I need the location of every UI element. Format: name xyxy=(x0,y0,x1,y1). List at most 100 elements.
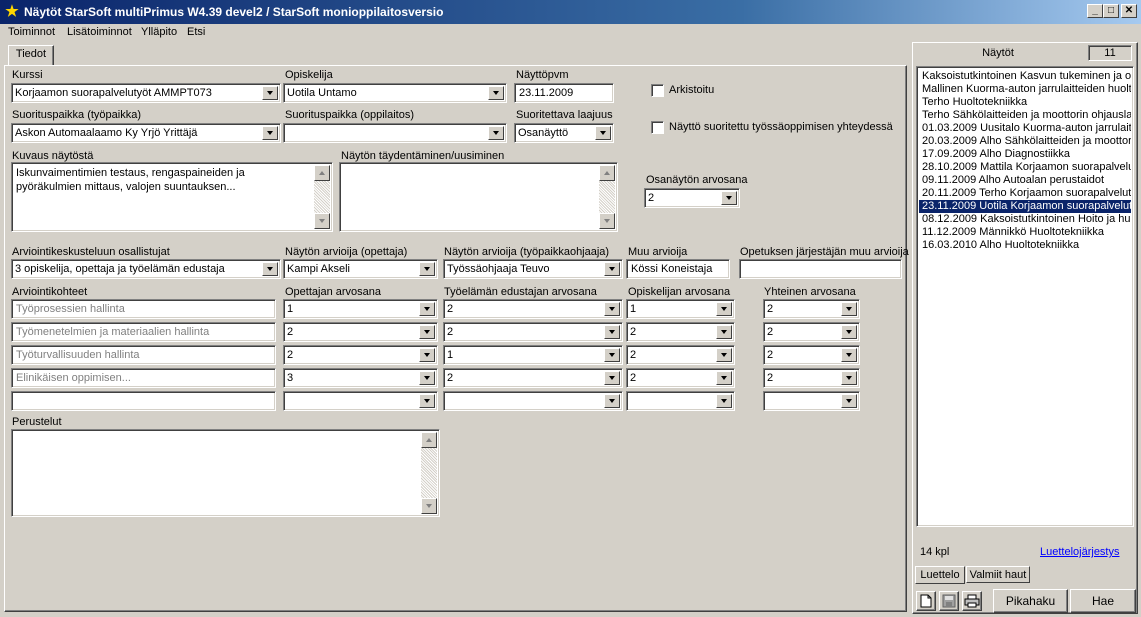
chevron-down-icon[interactable] xyxy=(419,262,435,276)
chevron-down-icon[interactable] xyxy=(716,302,732,316)
scroll-up-icon[interactable] xyxy=(314,165,330,181)
grade-joint-cell[interactable]: 2 xyxy=(763,299,860,319)
tyossaoppiminen-checkbox[interactable] xyxy=(651,121,664,134)
opiskelija-select[interactable]: Uotila Untamo xyxy=(283,83,507,103)
chevron-down-icon[interactable] xyxy=(604,325,620,339)
chevron-down-icon[interactable] xyxy=(841,348,857,362)
grade-target-cell[interactable]: Työmenetelmien ja materiaalien hallinta xyxy=(11,322,276,342)
quick-search-button[interactable]: Pikahaku xyxy=(993,589,1068,613)
scroll-down-icon[interactable] xyxy=(421,498,437,514)
grade-student-cell[interactable]: 1 xyxy=(626,299,735,319)
chevron-down-icon[interactable] xyxy=(841,394,857,408)
list-item[interactable]: 28.10.2009 Mattila Korjaamon suorapalvel… xyxy=(919,161,1131,174)
chevron-down-icon[interactable] xyxy=(419,302,435,316)
sort-link[interactable]: Luettelojärjestys xyxy=(1040,546,1120,558)
muu-arvioija-ol-input[interactable] xyxy=(739,259,902,279)
taydentaminen-textarea[interactable] xyxy=(339,162,618,232)
scroll-up-icon[interactable] xyxy=(599,165,615,181)
search-button[interactable]: Hae xyxy=(1070,589,1136,613)
chevron-down-icon[interactable] xyxy=(604,394,620,408)
list-item[interactable]: 01.03.2009 Uusitalo Kuorma-auton jarrula… xyxy=(919,122,1131,135)
save-icon[interactable] xyxy=(939,591,959,611)
grade-target-cell[interactable]: Työturvallisuuden hallinta xyxy=(11,345,276,365)
osallistujat-select[interactable]: 3 opiskelija, opettaja ja työelämän edus… xyxy=(11,259,281,279)
scroll-up-icon[interactable] xyxy=(421,432,437,448)
grade-worklife-cell[interactable]: 2 xyxy=(443,368,623,388)
grade-target-cell[interactable] xyxy=(11,391,276,411)
kuvaus-scrollbar[interactable] xyxy=(314,165,330,229)
chevron-down-icon[interactable] xyxy=(721,191,737,205)
grade-target-cell[interactable]: Elinikäisen oppimisen... xyxy=(11,368,276,388)
chevron-down-icon[interactable] xyxy=(419,325,435,339)
chevron-down-icon[interactable] xyxy=(841,371,857,385)
taydentaminen-scrollbar[interactable] xyxy=(599,165,615,229)
grade-teacher-cell[interactable] xyxy=(283,391,438,411)
menu-toiminnot[interactable]: Toiminnot xyxy=(8,26,55,38)
scroll-down-icon[interactable] xyxy=(599,213,615,229)
chevron-down-icon[interactable] xyxy=(595,126,611,140)
osanayton-arvosana-select[interactable]: 2 xyxy=(644,188,740,208)
chevron-down-icon[interactable] xyxy=(419,394,435,408)
laajuus-select[interactable]: Osanäyttö xyxy=(514,123,614,143)
list-item[interactable]: 09.11.2009 Alho Autoalan perustaidot xyxy=(919,174,1131,187)
grade-student-cell[interactable]: 2 xyxy=(626,368,735,388)
grade-target-cell[interactable]: Työprosessien hallinta xyxy=(11,299,276,319)
kurssi-select[interactable]: Korjaamon suorapalvelutyöt AMMPT073 xyxy=(11,83,281,103)
chevron-down-icon[interactable] xyxy=(262,86,278,100)
muu-arvioija-input[interactable]: Kössi Koneistaja xyxy=(626,259,730,279)
chevron-down-icon[interactable] xyxy=(841,302,857,316)
list-item[interactable]: 16.03.2010 Alho Huoltotekniikka xyxy=(919,239,1131,252)
kuvaus-textarea[interactable]: Iskunvaimentimien testaus, rengaspaineid… xyxy=(11,162,333,232)
menu-etsi[interactable]: Etsi xyxy=(187,26,205,38)
grade-student-cell[interactable]: 2 xyxy=(626,345,735,365)
nayttopvm-input[interactable]: 23.11.2009 xyxy=(514,83,614,103)
grade-joint-cell[interactable]: 2 xyxy=(763,322,860,342)
chevron-down-icon[interactable] xyxy=(604,262,620,276)
chevron-down-icon[interactable] xyxy=(604,348,620,362)
list-item[interactable]: 23.11.2009 Uotila Korjaamon suorapalvelu… xyxy=(918,199,1132,214)
tab-tiedot[interactable]: Tiedot xyxy=(8,45,54,66)
list-item[interactable]: 20.03.2009 Alho Sähkölaitteiden ja moott… xyxy=(919,135,1131,148)
new-document-icon[interactable] xyxy=(916,591,936,611)
chevron-down-icon[interactable] xyxy=(419,348,435,362)
chevron-down-icon[interactable] xyxy=(716,348,732,362)
chevron-down-icon[interactable] xyxy=(716,394,732,408)
chevron-down-icon[interactable] xyxy=(716,371,732,385)
chevron-down-icon[interactable] xyxy=(841,325,857,339)
perustelut-scrollbar[interactable] xyxy=(421,432,437,514)
list-item[interactable]: Terho Sähkölaitteiden ja moottorin ohjau… xyxy=(919,109,1131,122)
list-item[interactable]: Mallinen Kuorma-auton jarrulaitteiden hu… xyxy=(919,83,1131,96)
suorituspaikka-tp-select[interactable]: Askon Automaalaamo Ky Yrjö Yrittäjä xyxy=(11,123,281,143)
grade-worklife-cell[interactable]: 2 xyxy=(443,322,623,342)
suorituspaikka-ol-select[interactable] xyxy=(283,123,507,143)
chevron-down-icon[interactable] xyxy=(262,126,278,140)
chevron-down-icon[interactable] xyxy=(488,86,504,100)
menu-lisatoiminnot[interactable]: Lisätoiminnot xyxy=(67,26,132,38)
side-tab-luettelo[interactable]: Luettelo xyxy=(915,566,965,584)
list-item[interactable]: 11.12.2009 Männikkö Huoltotekniikka xyxy=(919,226,1131,239)
grade-joint-cell[interactable]: 2 xyxy=(763,345,860,365)
arkistoitu-checkbox[interactable] xyxy=(651,84,664,97)
grade-teacher-cell[interactable]: 2 xyxy=(283,345,438,365)
grade-worklife-cell[interactable]: 1 xyxy=(443,345,623,365)
list-item[interactable]: Terho Huoltotekniikka xyxy=(919,96,1131,109)
chevron-down-icon[interactable] xyxy=(604,302,620,316)
grade-worklife-cell[interactable]: 2 xyxy=(443,299,623,319)
maximize-button[interactable]: □ xyxy=(1103,4,1119,18)
close-button[interactable]: ✕ xyxy=(1121,4,1137,18)
grade-worklife-cell[interactable] xyxy=(443,391,623,411)
chevron-down-icon[interactable] xyxy=(716,325,732,339)
menu-yllapito[interactable]: Ylläpito xyxy=(141,26,177,38)
grade-joint-cell[interactable] xyxy=(763,391,860,411)
grade-teacher-cell[interactable]: 3 xyxy=(283,368,438,388)
grade-joint-cell[interactable]: 2 xyxy=(763,368,860,388)
list-item[interactable]: 17.09.2009 Alho Diagnostiikka xyxy=(919,148,1131,161)
minimize-button[interactable]: _ xyxy=(1087,4,1103,18)
grade-teacher-cell[interactable]: 2 xyxy=(283,322,438,342)
arvioija-opettaja-select[interactable]: Kampi Akseli xyxy=(283,259,438,279)
grade-student-cell[interactable]: 2 xyxy=(626,322,735,342)
side-tab-valmiit-haut[interactable]: Valmiit haut xyxy=(966,566,1030,583)
perustelut-textarea[interactable] xyxy=(11,429,440,517)
list-item[interactable]: Kaksoistutkintoinen Kasvun tukeminen ja … xyxy=(919,70,1131,83)
list-item[interactable]: 08.12.2009 Kaksoistutkintoinen Hoito ja … xyxy=(919,213,1131,226)
